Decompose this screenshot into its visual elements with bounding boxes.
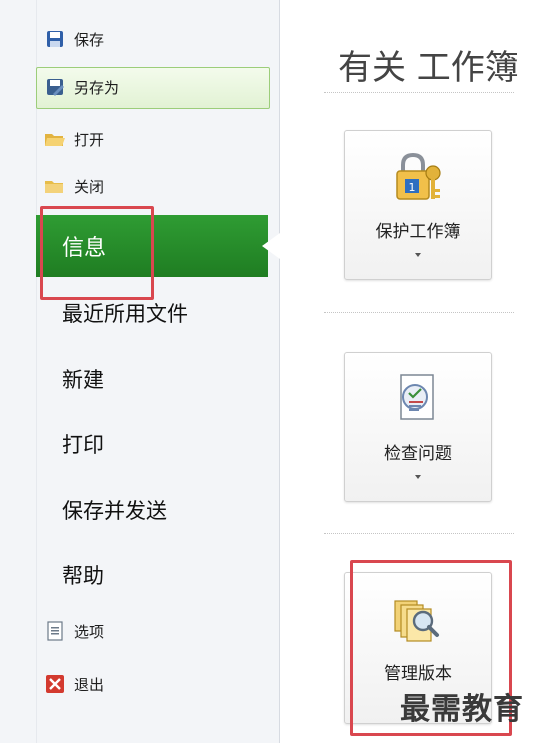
new-item[interactable]: 新建 <box>62 364 104 394</box>
section-divider <box>324 92 514 93</box>
options-label: 选项 <box>74 622 105 641</box>
save-label: 保存 <box>74 30 105 49</box>
page-title: 有关 工作簿 <box>338 48 518 88</box>
open-label: 打开 <box>74 130 105 149</box>
lock-key-icon: 1 <box>389 149 445 205</box>
sidebar-left-edge <box>36 0 37 743</box>
save-as-label: 另存为 <box>74 78 120 97</box>
floppy-disk-icon <box>44 28 66 50</box>
info-red-highlight <box>40 206 154 300</box>
save-send-item[interactable]: 保存并发送 <box>62 495 167 525</box>
close-item[interactable]: 关闭 <box>44 171 104 201</box>
check-issues-label: 检查问题 <box>384 444 452 464</box>
section-divider <box>324 312 514 313</box>
check-issues-button[interactable]: 检查问题 <box>344 352 492 502</box>
chevron-down-icon <box>415 253 421 257</box>
protect-workbook-label: 保护工作簿 <box>375 222 461 242</box>
chevron-down-icon <box>415 475 421 479</box>
selected-arrow-indicator <box>262 233 280 259</box>
recent-files-item[interactable]: 最近所用文件 <box>62 298 188 328</box>
options-page-icon <box>44 620 66 642</box>
exit-label: 退出 <box>74 675 105 694</box>
watermark: 最需教育 <box>400 692 524 727</box>
open-item[interactable]: 打开 <box>44 124 104 154</box>
save-item[interactable]: 保存 <box>44 24 104 54</box>
save-as-icon <box>44 76 66 98</box>
backstage-sidebar <box>0 0 280 743</box>
save-as-item[interactable]: 另存为 <box>44 72 119 102</box>
exit-item[interactable]: 退出 <box>44 669 104 699</box>
options-item[interactable]: 选项 <box>44 616 104 646</box>
section-divider <box>324 533 514 534</box>
svg-text:1: 1 <box>409 181 416 194</box>
exit-x-icon <box>44 673 66 695</box>
print-item[interactable]: 打印 <box>62 429 104 459</box>
document-checklist-icon <box>389 371 445 427</box>
folder-close-icon <box>44 175 66 197</box>
help-item[interactable]: 帮助 <box>62 560 104 590</box>
folder-open-icon <box>44 128 66 150</box>
protect-workbook-button[interactable]: 1 保护工作簿 <box>344 130 492 280</box>
close-label: 关闭 <box>74 177 105 196</box>
